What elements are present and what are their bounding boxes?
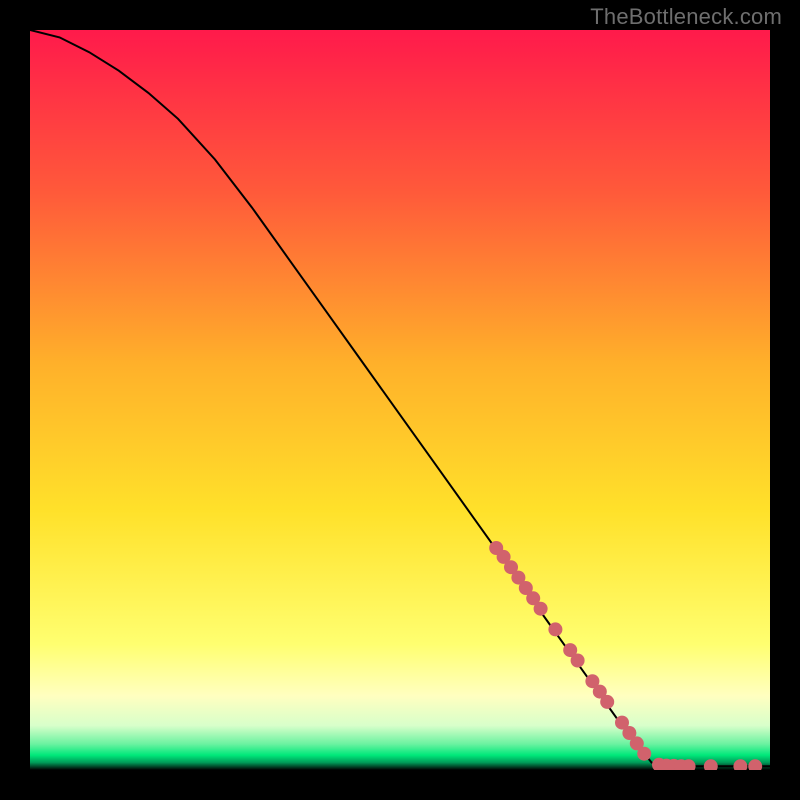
data-marker xyxy=(637,747,651,761)
data-marker xyxy=(571,654,585,668)
watermark-label: TheBottleneck.com xyxy=(590,4,782,30)
chart-frame: TheBottleneck.com xyxy=(0,0,800,800)
data-marker xyxy=(534,602,548,616)
chart-svg xyxy=(30,30,770,770)
data-marker xyxy=(548,622,562,636)
chart-plot xyxy=(30,30,770,770)
data-marker xyxy=(600,695,614,709)
chart-background xyxy=(30,30,770,770)
